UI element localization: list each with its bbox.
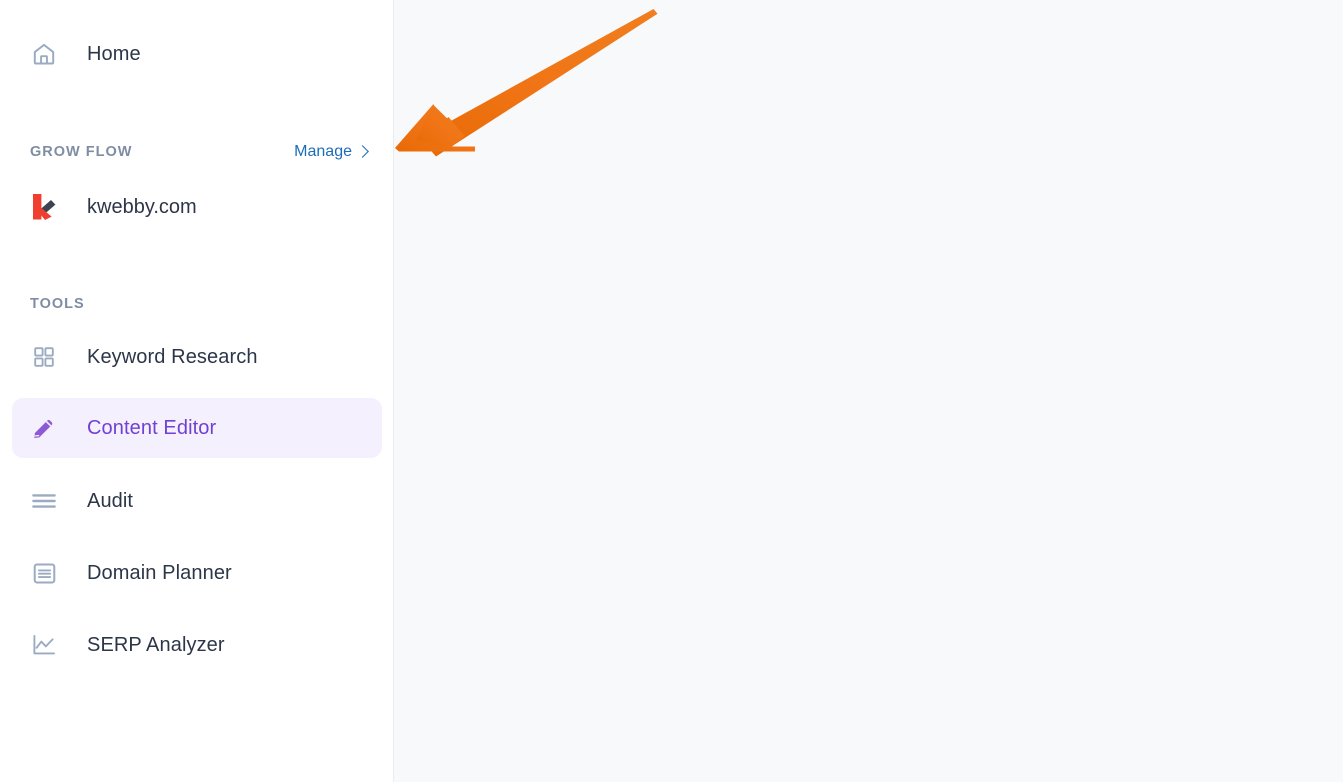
grid-icon: [22, 345, 66, 369]
main-content-area: [394, 0, 1343, 782]
sidebar-item-label-site-kwebby: kwebby.com: [87, 195, 197, 218]
section-title-grow-flow: GROW FLOW: [30, 144, 133, 160]
sidebar-item-content-editor[interactable]: Content Editor: [12, 398, 382, 458]
sidebar: Home GROW FLOW Manage kwebby.com TOOLS K…: [0, 0, 394, 782]
sidebar-item-label-keyword-research: Keyword Research: [87, 345, 258, 368]
manage-link[interactable]: Manage: [294, 143, 369, 161]
home-icon: [22, 41, 66, 67]
sidebar-item-home[interactable]: Home: [12, 24, 382, 84]
section-header-tools: TOOLS: [30, 296, 375, 312]
line-chart-icon: [22, 633, 66, 657]
section-title-tools: TOOLS: [30, 296, 85, 312]
manage-link-label: Manage: [294, 143, 352, 160]
list-lines-icon: [22, 489, 66, 513]
sidebar-item-label-content-editor: Content Editor: [87, 416, 217, 439]
sidebar-item-audit[interactable]: Audit: [12, 471, 382, 531]
sidebar-item-serp-analyzer[interactable]: SERP Analyzer: [12, 615, 382, 675]
sidebar-item-label-serp-analyzer: SERP Analyzer: [87, 633, 225, 656]
chevron-right-icon: [356, 145, 369, 158]
sidebar-item-label-home: Home: [87, 42, 141, 65]
sidebar-item-keyword-research[interactable]: Keyword Research: [12, 327, 382, 387]
app-root: Home GROW FLOW Manage kwebby.com TOOLS K…: [0, 0, 1343, 782]
sidebar-item-site-kwebby[interactable]: kwebby.com: [12, 178, 382, 236]
sidebar-item-label-domain-planner: Domain Planner: [87, 561, 232, 584]
sidebar-item-label-audit: Audit: [87, 489, 134, 512]
kwebby-logo-icon: [22, 191, 66, 223]
document-icon: [22, 561, 66, 586]
pencil-icon: [22, 415, 66, 441]
annotation-arrow: [395, 9, 658, 157]
section-header-grow-flow: GROW FLOW Manage: [30, 143, 375, 161]
sidebar-item-domain-planner[interactable]: Domain Planner: [12, 543, 382, 603]
